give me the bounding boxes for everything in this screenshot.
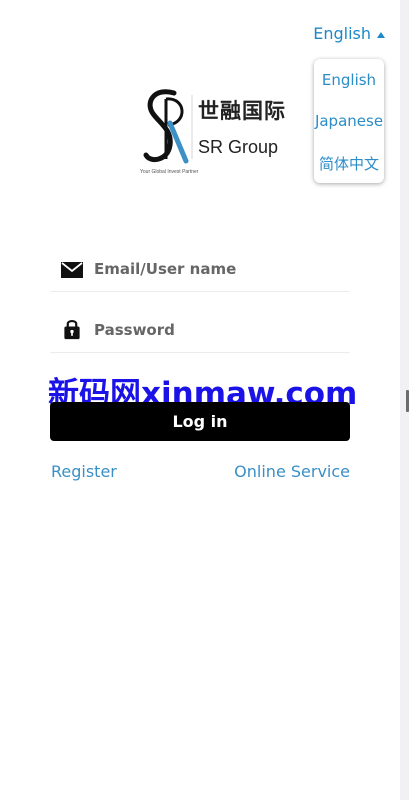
language-option-japanese[interactable]: Japanese <box>314 112 384 130</box>
logo-english-name: SR Group <box>198 137 279 157</box>
email-input[interactable] <box>94 253 344 285</box>
caret-up-icon <box>377 31 385 38</box>
register-link[interactable]: Register <box>51 462 117 481</box>
company-logo: 世融国际 SR Group Your Global Invest Partner <box>140 85 285 181</box>
online-service-link[interactable]: Online Service <box>234 462 350 481</box>
login-button[interactable]: Log in <box>50 402 350 441</box>
language-option-english[interactable]: English <box>314 71 384 89</box>
logo-tagline: Your Global Invest Partner <box>140 169 199 175</box>
language-dropdown: English Japanese 简体中文 <box>314 59 384 183</box>
logo-chinese-name: 世融国际 <box>198 99 286 123</box>
language-option-chinese[interactable]: 简体中文 <box>314 153 384 174</box>
email-field-row <box>50 247 350 292</box>
password-field-row <box>50 308 350 353</box>
language-selector[interactable]: English <box>313 24 385 43</box>
language-current-label: English <box>313 24 371 43</box>
lock-icon <box>64 319 80 340</box>
envelope-icon <box>61 262 83 278</box>
password-input[interactable] <box>94 314 344 346</box>
